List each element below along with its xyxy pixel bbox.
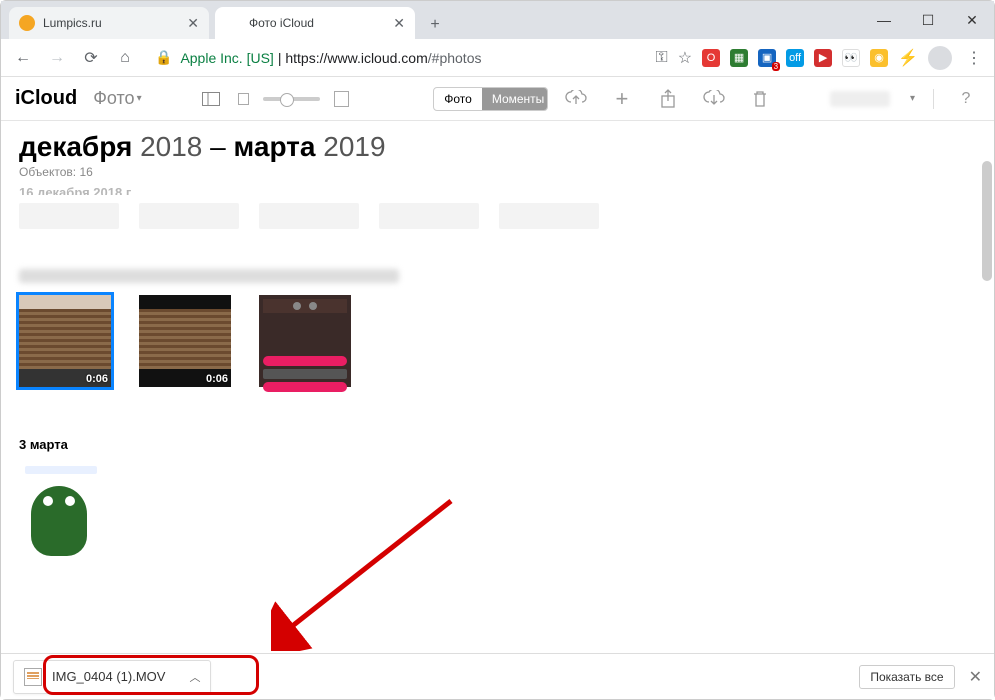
photo-grid-content: декабря 2018 – марта 2019 Объектов: 16 1… — [1, 121, 994, 653]
back-button[interactable]: ← — [9, 44, 37, 72]
forward-button[interactable]: → — [43, 44, 71, 72]
page-title: декабря 2018 – марта 2019 — [19, 131, 976, 163]
location-label-blurred — [19, 269, 399, 283]
icloud-toolbar: iCloud Фото ▾ Фото Моменты + ▾ ? — [1, 77, 994, 121]
chevron-down-icon: ▾ — [137, 93, 142, 104]
icloud-brand[interactable]: iCloud — [15, 87, 77, 110]
reload-button[interactable]: ⟳ — [77, 44, 105, 72]
video-duration: 0:06 — [86, 373, 108, 385]
close-window-button[interactable]: ✕ — [950, 1, 994, 39]
add-icon[interactable]: + — [608, 85, 636, 113]
tab-title: Lumpics.ru — [43, 16, 102, 30]
browser-tab-icloud[interactable]: Фото iCloud ✕ — [215, 7, 415, 39]
download-icon[interactable] — [700, 85, 728, 113]
browser-menu-button[interactable]: ⋮ — [962, 48, 986, 68]
date-section-header: 3 марта — [19, 437, 976, 452]
section-label: Фото — [93, 88, 134, 109]
new-tab-button[interactable]: + — [421, 11, 449, 39]
close-tab-icon[interactable]: ✕ — [383, 15, 405, 32]
extension-icon[interactable]: O — [702, 49, 720, 67]
extension-icon[interactable]: ◉ — [870, 49, 888, 67]
close-tab-icon[interactable]: ✕ — [177, 15, 199, 32]
favicon-icon — [19, 15, 35, 31]
window-controls: — ☐ ✕ — [862, 1, 994, 39]
url-text: | https://www.icloud.com/#photos — [278, 50, 482, 66]
tab-title: Фото iCloud — [249, 16, 314, 30]
segment-moments[interactable]: Моменты — [482, 88, 548, 110]
segment-photos[interactable]: Фото — [434, 88, 482, 110]
username-label — [830, 91, 890, 107]
zoom-in-icon[interactable] — [334, 91, 349, 107]
video-duration: 0:06 — [206, 373, 228, 385]
photo-thumbnail[interactable] — [259, 295, 351, 387]
downloads-bar: IMG_0404 (1).MOV ︿ Показать все ✕ — [1, 653, 994, 699]
chevron-up-icon[interactable]: ︿ — [189, 669, 200, 685]
thumbnail-row: 0:06 0:06 — [19, 295, 976, 387]
download-filename: IMG_0404 (1).MOV — [52, 669, 165, 684]
browser-tab-bar: Lumpics.ru ✕ Фото iCloud ✕ + — [1, 1, 994, 39]
zoom-slider[interactable] — [263, 97, 319, 101]
profile-avatar[interactable] — [928, 46, 952, 70]
object-count: Объектов: 16 — [19, 165, 976, 179]
placeholder-row — [19, 203, 976, 229]
lock-icon: 🔒 — [155, 49, 172, 66]
photo-thumbnail[interactable] — [19, 460, 103, 556]
date-section-header: 16 декабря 2018 г. — [19, 185, 976, 195]
ev-cert-label: Apple Inc. [US] — [180, 50, 273, 66]
upload-icon[interactable] — [562, 85, 590, 113]
help-icon[interactable]: ? — [952, 85, 980, 113]
show-all-downloads-button[interactable]: Показать все — [859, 665, 954, 689]
extension-icon[interactable]: ▣3 — [758, 49, 776, 67]
trash-icon[interactable] — [746, 85, 774, 113]
download-item[interactable]: IMG_0404 (1).MOV ︿ — [13, 660, 211, 694]
video-thumbnail[interactable]: 0:06 — [19, 295, 111, 387]
extension-icon[interactable]: ▦ — [730, 49, 748, 67]
extension-icon[interactable]: ▶ — [814, 49, 832, 67]
extension-icon[interactable]: ⚡ — [898, 48, 918, 68]
maximize-button[interactable]: ☐ — [906, 1, 950, 39]
key-icon[interactable]: ⚿ — [656, 49, 668, 67]
browser-tab-lumpics[interactable]: Lumpics.ru ✕ — [9, 7, 209, 39]
close-downloads-bar-button[interactable]: ✕ — [969, 667, 982, 687]
file-icon — [24, 668, 42, 686]
section-switcher[interactable]: Фото ▾ — [91, 88, 141, 109]
browser-toolbar: ← → ⟳ ⌂ 🔒 Apple Inc. [US] | https://www.… — [1, 39, 994, 77]
address-bar[interactable]: 🔒 Apple Inc. [US] | https://www.icloud.c… — [145, 44, 491, 72]
star-icon[interactable]: ☆ — [678, 48, 692, 68]
extension-icon[interactable]: 👀 — [842, 49, 860, 67]
minimize-button[interactable]: — — [862, 1, 906, 39]
home-button[interactable]: ⌂ — [111, 44, 139, 72]
apple-icon — [225, 15, 241, 31]
chevron-down-icon[interactable]: ▾ — [910, 93, 915, 104]
share-icon[interactable] — [654, 85, 682, 113]
extension-icon[interactable]: off — [786, 49, 804, 67]
view-segmented-control[interactable]: Фото Моменты — [433, 87, 548, 111]
video-thumbnail[interactable]: 0:06 — [139, 295, 231, 387]
scrollbar[interactable] — [982, 161, 992, 281]
sidebar-toggle-icon[interactable] — [198, 85, 224, 113]
toolbar-right: ⚿ ☆ O ▦ ▣3 off ▶ 👀 ◉ ⚡ ⋮ — [656, 46, 986, 70]
zoom-out-icon[interactable] — [238, 93, 249, 105]
